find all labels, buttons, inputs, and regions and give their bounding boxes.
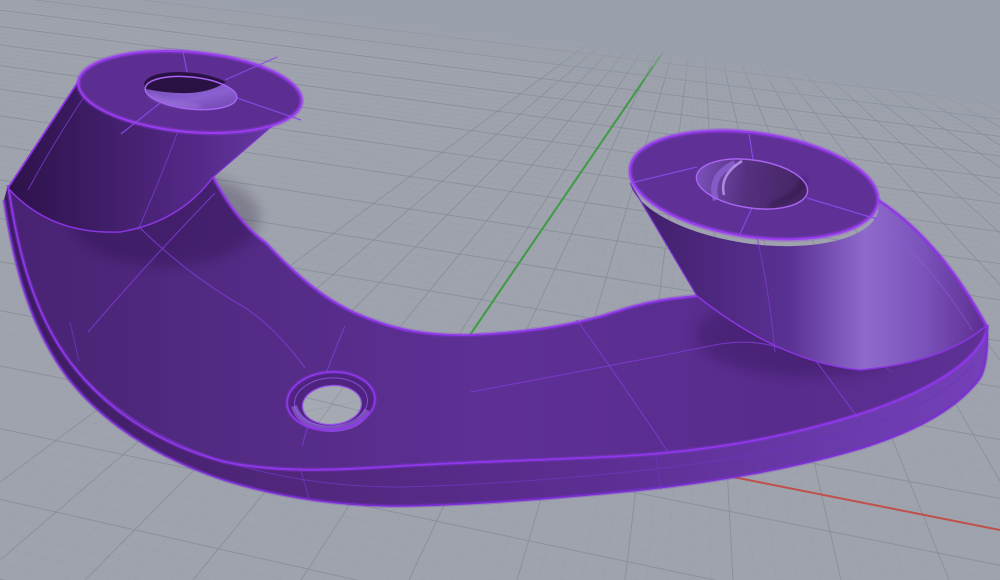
viewport-canvas[interactable] [0, 0, 1000, 580]
cad-viewport[interactable] [0, 0, 1000, 580]
